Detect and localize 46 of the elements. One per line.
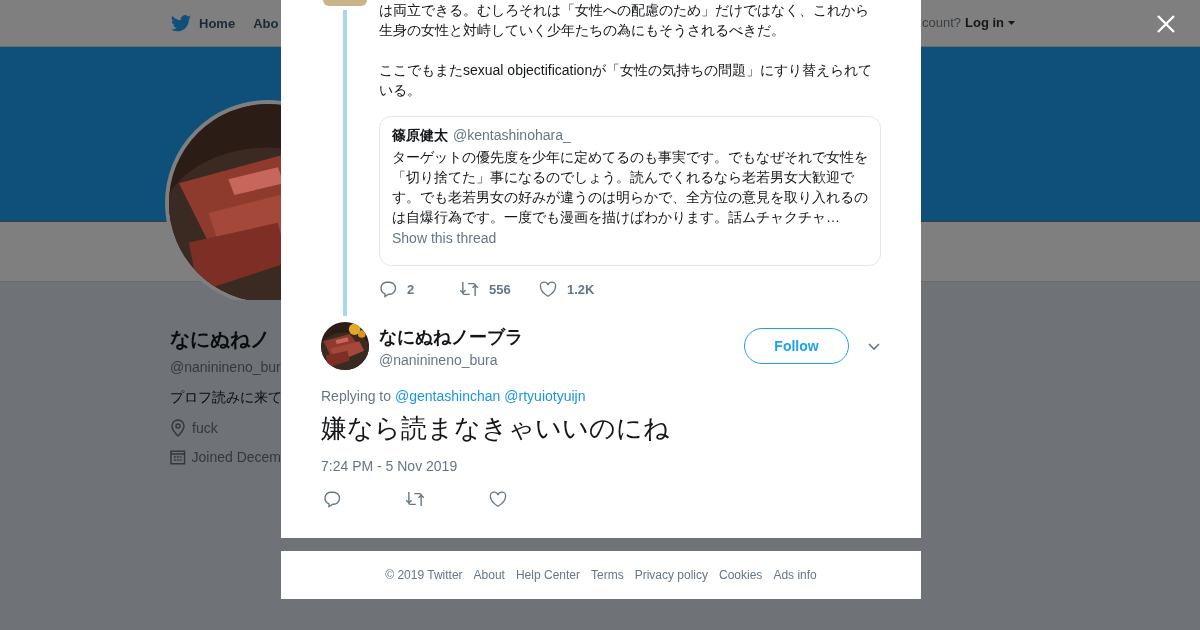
footer-link[interactable]: Privacy policy bbox=[634, 568, 708, 582]
caret-icon[interactable] bbox=[1008, 20, 1016, 25]
mention-link[interactable]: @rtyuiotyuijn bbox=[504, 388, 586, 404]
footer-link[interactable]: Cookies bbox=[719, 568, 763, 582]
footer-link[interactable]: Help Center bbox=[515, 568, 580, 582]
reply-icon[interactable] bbox=[323, 490, 341, 508]
retweet-icon[interactable] bbox=[405, 490, 425, 508]
footer-link[interactable]: Ads info bbox=[773, 568, 817, 582]
location-icon bbox=[170, 419, 186, 437]
retweet-count: 556 bbox=[489, 281, 511, 297]
profile-name: なにぬねノ bbox=[170, 327, 271, 352]
copyright-text: © 2019 Twitter bbox=[385, 568, 463, 582]
replying-label: Replying to bbox=[321, 388, 392, 404]
tweet-text: ここでもまたsexual objectificationが「女性の気持ちの問題」にすり替えられている。 bbox=[379, 61, 874, 100]
reply-count: 2 bbox=[407, 281, 415, 297]
tweet-text: は両立できる。むしろそれは「女性への配慮のため」だけではなく、これから生身の女性と対峙していく少年たちの為にもそうされるべきだ。 bbox=[379, 1, 870, 40]
show-thread-link[interactable]: Show this thread bbox=[392, 230, 497, 246]
retweet-icon[interactable] bbox=[459, 280, 479, 298]
chevron-down-icon[interactable] bbox=[867, 341, 881, 351]
close-icon[interactable] bbox=[1157, 15, 1175, 33]
mention-link[interactable]: @gentashinchan bbox=[395, 388, 501, 404]
tweet-timestamp[interactable]: 7:24 PM - 5 Nov 2019 bbox=[321, 456, 921, 476]
nav-link[interactable]: Abo bbox=[253, 15, 279, 31]
footer-link[interactable]: Terms bbox=[591, 568, 624, 582]
footer-link[interactable]: About bbox=[473, 568, 505, 582]
quoted-tweet-text: ターゲットの優先度を少年に定めてるのも事実です。でもなぜそれで女性を「切り捨てた」事になるのでしょう。読んでくれるなら老若男女大歓迎です。でも老若男女の好みが違うのは明らかで、全方位の意見を取り入れるのは自爆行為です。一度でも漫画を描けばわかります。話ムチャクチャ… bbox=[392, 148, 868, 227]
home-link[interactable]: Home bbox=[171, 14, 236, 32]
calendar-icon bbox=[170, 449, 186, 465]
account-prompt: count? bbox=[922, 15, 962, 30]
like-icon[interactable] bbox=[539, 280, 557, 298]
profile-bio: プロフ読みに来て bbox=[170, 389, 281, 407]
like-count: 1.2K bbox=[567, 281, 595, 297]
profile-location: fuck bbox=[192, 420, 218, 436]
profile-joined: Joined Decem bbox=[191, 449, 281, 465]
reply-icon[interactable] bbox=[379, 280, 397, 298]
author-name: なにぬねノーブラ bbox=[379, 325, 524, 349]
tweet-text: 嫌なら読まなきゃいいのにね bbox=[321, 412, 671, 445]
like-icon[interactable] bbox=[489, 490, 507, 508]
quoted-tweet-card[interactable]: 篠原健太 @kentashinohara_ ターゲットの優先度を少年に定めてるのも事実です。でもなぜそれで女性を「切り捨てた」事になるのでしょう。読んでくれるなら老若男女大歓迎です。でも老若男女の好みが違うのは明らかで、全方位の意見を取り入れるのは自爆行為です。一度でも漫画を描けばわかります。話ムチャクチャ… Show this thread bbox=[379, 116, 881, 266]
quoted-author-name: 篠原健太 bbox=[392, 127, 448, 145]
quoted-author-handle: @kentashinohara_ bbox=[453, 127, 571, 143]
bird-icon bbox=[171, 14, 191, 32]
follow-button[interactable]: Follow bbox=[744, 328, 849, 364]
profile-handle: @naninineno_bur bbox=[170, 359, 281, 375]
author-handle: @naninineno_bura bbox=[379, 351, 499, 368]
login-link[interactable]: Log in bbox=[965, 15, 1005, 30]
